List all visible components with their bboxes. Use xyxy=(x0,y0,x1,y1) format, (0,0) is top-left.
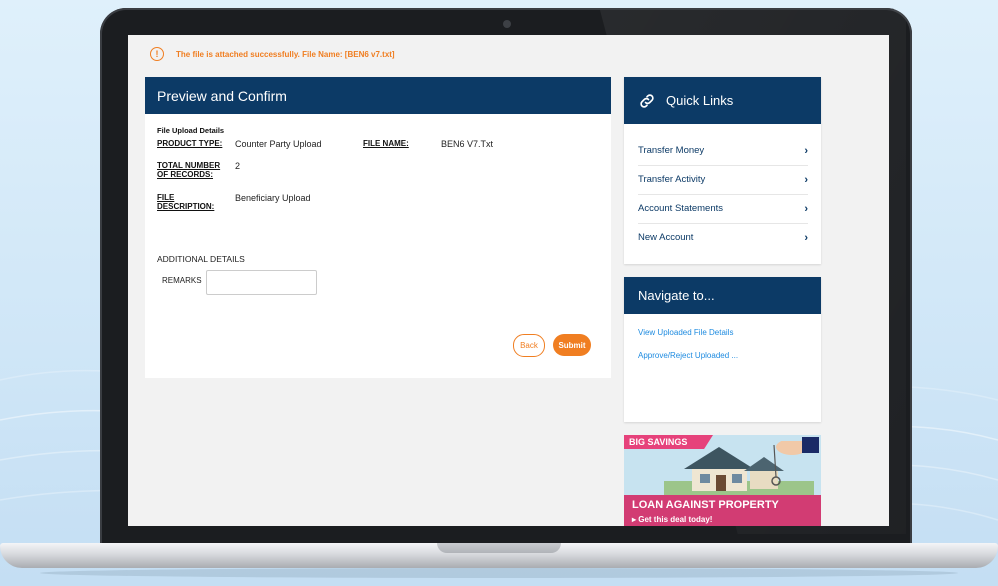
back-button[interactable]: Back xyxy=(513,334,545,357)
navigate-title: Navigate to... xyxy=(624,277,821,314)
success-alert: ! The file is attached successfully. Fil… xyxy=(150,47,395,61)
approve-reject-uploaded-link[interactable]: Approve/Reject Uploaded ... xyxy=(638,351,738,360)
file-description-value: Beneficiary Upload xyxy=(235,193,311,203)
file-name-label: FILE NAME: xyxy=(363,139,409,148)
view-uploaded-file-details-link[interactable]: View Uploaded File Details xyxy=(638,328,733,337)
quick-links-card: Quick Links Transfer Money › Transfer Ac… xyxy=(624,77,821,264)
navigate-card: Navigate to... View Uploaded File Detail… xyxy=(624,277,821,422)
quick-link-label: Account Statements xyxy=(638,203,724,214)
file-description-label-1: FILE xyxy=(157,193,175,202)
quick-links-title: Quick Links xyxy=(666,93,734,108)
quick-link-label: Transfer Activity xyxy=(638,174,706,185)
quick-link-transfer-activity[interactable]: Transfer Activity › xyxy=(638,165,808,195)
ad-cta[interactable]: ▸ Get this deal today! xyxy=(632,515,712,524)
submit-button[interactable]: Submit xyxy=(553,334,591,356)
preview-confirm-card: Preview and Confirm File Upload Details … xyxy=(145,77,611,378)
house-key-illustration xyxy=(664,441,814,497)
file-name-value: BEN6 V7.Txt xyxy=(441,139,494,149)
loan-ad-banner[interactable]: BIG SAVINGS LOAN AGAINST PROPERTY ▸ Get … xyxy=(624,435,821,526)
section-label: File Upload Details xyxy=(157,126,225,135)
quick-link-label: New Account xyxy=(638,232,694,243)
quick-links-header: Quick Links xyxy=(624,77,821,124)
laptop-notch xyxy=(437,543,561,553)
total-records-label-1: TOTAL NUMBER xyxy=(157,161,221,170)
remarks-label: REMARKS xyxy=(162,276,202,285)
link-icon xyxy=(640,93,654,108)
remarks-input[interactable] xyxy=(206,270,317,295)
laptop-shadow xyxy=(40,568,958,578)
chevron-right-icon: › xyxy=(804,231,808,244)
file-description-label-2: DESCRIPTION: xyxy=(157,202,215,211)
quick-link-account-statements[interactable]: Account Statements › xyxy=(638,194,808,224)
laptop-screen: ! The file is attached successfully. Fil… xyxy=(128,35,889,526)
product-type-label: PRODUCT TYPE: xyxy=(157,139,223,148)
product-type-value: Counter Party Upload xyxy=(235,139,322,149)
quick-link-label: Transfer Money xyxy=(638,145,705,156)
ad-tag: BIG SAVINGS xyxy=(624,435,713,449)
additional-details-heading: ADDITIONAL DETAILS xyxy=(157,254,245,264)
alert-message: The file is attached successfully. File … xyxy=(176,49,395,59)
ad-title: LOAN AGAINST PROPERTY xyxy=(632,499,779,511)
total-records-value: 2 xyxy=(235,161,241,171)
chevron-right-icon: › xyxy=(804,173,808,186)
card-title: Preview and Confirm xyxy=(145,77,611,114)
ad-corner-block xyxy=(802,437,819,453)
exclamation-circle-icon: ! xyxy=(150,47,164,61)
chevron-right-icon: › xyxy=(804,202,808,215)
total-records-label-2: OF RECORDS: xyxy=(157,170,213,179)
quick-link-new-account[interactable]: New Account › xyxy=(638,223,808,252)
quick-link-transfer-money[interactable]: Transfer Money › xyxy=(638,136,808,166)
chevron-right-icon: › xyxy=(804,144,808,157)
camera-icon xyxy=(503,20,511,28)
